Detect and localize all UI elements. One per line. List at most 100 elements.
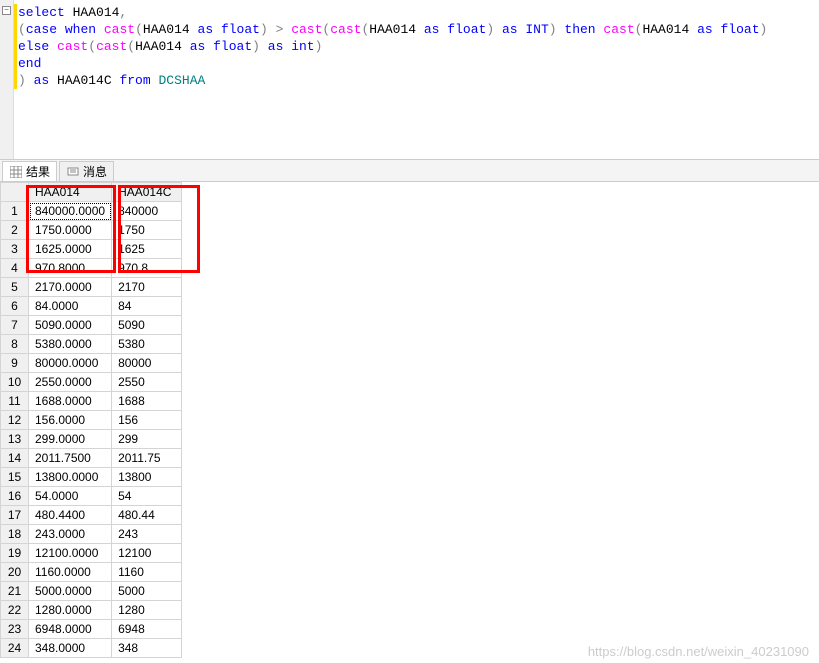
cell[interactable]: 2550.0000 <box>29 373 112 392</box>
cell[interactable]: 12100.0000 <box>29 544 112 563</box>
table-row[interactable]: 1840000.0000840000 <box>1 202 182 221</box>
cell[interactable]: 1688.0000 <box>29 392 112 411</box>
table-row[interactable]: 4970.8000970.8 <box>1 259 182 278</box>
cell[interactable]: 1280 <box>112 601 182 620</box>
cell[interactable]: 156.0000 <box>29 411 112 430</box>
cell[interactable]: 840000 <box>112 202 182 221</box>
table-row[interactable]: 1513800.000013800 <box>1 468 182 487</box>
table-row[interactable]: 1912100.000012100 <box>1 544 182 563</box>
cell[interactable]: 2011.75 <box>112 449 182 468</box>
cell[interactable]: 84 <box>112 297 182 316</box>
cell[interactable]: 5000 <box>112 582 182 601</box>
collapse-toggle-icon[interactable]: − <box>2 6 11 15</box>
table-row[interactable]: 111688.00001688 <box>1 392 182 411</box>
cell[interactable]: 480.4400 <box>29 506 112 525</box>
row-number[interactable]: 11 <box>1 392 29 411</box>
row-number[interactable]: 7 <box>1 316 29 335</box>
row-number[interactable]: 9 <box>1 354 29 373</box>
cell[interactable]: 80000.0000 <box>29 354 112 373</box>
cell[interactable]: 1625 <box>112 240 182 259</box>
table-row[interactable]: 13299.0000299 <box>1 430 182 449</box>
row-number[interactable]: 22 <box>1 601 29 620</box>
table-row[interactable]: 12156.0000156 <box>1 411 182 430</box>
cell[interactable]: 299.0000 <box>29 430 112 449</box>
cell[interactable]: 84.0000 <box>29 297 112 316</box>
results-grid-wrap[interactable]: HAA014HAA014C1840000.000084000021750.000… <box>0 182 819 662</box>
table-row[interactable]: 201160.00001160 <box>1 563 182 582</box>
cell[interactable]: 1160.0000 <box>29 563 112 582</box>
table-row[interactable]: 980000.000080000 <box>1 354 182 373</box>
code-line[interactable]: else cast(cast(HAA014 as float) as int) <box>18 38 819 55</box>
row-number[interactable]: 19 <box>1 544 29 563</box>
cell[interactable]: 80000 <box>112 354 182 373</box>
table-row[interactable]: 102550.00002550 <box>1 373 182 392</box>
row-number[interactable]: 12 <box>1 411 29 430</box>
cell[interactable]: 5090 <box>112 316 182 335</box>
code-line[interactable]: select HAA014, <box>18 4 819 21</box>
row-number[interactable]: 18 <box>1 525 29 544</box>
table-row[interactable]: 21750.00001750 <box>1 221 182 240</box>
cell[interactable]: 243.0000 <box>29 525 112 544</box>
table-row[interactable]: 236948.00006948 <box>1 620 182 639</box>
row-number[interactable]: 6 <box>1 297 29 316</box>
cell[interactable]: 54 <box>112 487 182 506</box>
cell[interactable]: 2011.7500 <box>29 449 112 468</box>
row-number[interactable]: 20 <box>1 563 29 582</box>
cell[interactable]: 1625.0000 <box>29 240 112 259</box>
table-row[interactable]: 24348.0000348 <box>1 639 182 658</box>
table-row[interactable]: 1654.000054 <box>1 487 182 506</box>
row-number[interactable]: 16 <box>1 487 29 506</box>
cell[interactable]: 13800 <box>112 468 182 487</box>
cell[interactable]: 299 <box>112 430 182 449</box>
table-row[interactable]: 18243.0000243 <box>1 525 182 544</box>
column-header[interactable]: HAA014 <box>29 183 112 202</box>
row-number[interactable]: 2 <box>1 221 29 240</box>
cell[interactable]: 2550 <box>112 373 182 392</box>
cell[interactable]: 840000.0000 <box>29 202 112 221</box>
row-number[interactable]: 23 <box>1 620 29 639</box>
code-line[interactable]: end <box>18 55 819 72</box>
row-number[interactable]: 1 <box>1 202 29 221</box>
row-number[interactable]: 5 <box>1 278 29 297</box>
row-number[interactable]: 15 <box>1 468 29 487</box>
cell[interactable]: 243 <box>112 525 182 544</box>
cell[interactable]: 5380.0000 <box>29 335 112 354</box>
cell[interactable]: 5380 <box>112 335 182 354</box>
cell[interactable]: 156 <box>112 411 182 430</box>
cell[interactable]: 13800.0000 <box>29 468 112 487</box>
cell[interactable]: 348.0000 <box>29 639 112 658</box>
row-number[interactable]: 17 <box>1 506 29 525</box>
cell[interactable]: 12100 <box>112 544 182 563</box>
table-row[interactable]: 215000.00005000 <box>1 582 182 601</box>
row-number[interactable]: 13 <box>1 430 29 449</box>
cell[interactable]: 6948 <box>112 620 182 639</box>
table-row[interactable]: 142011.75002011.75 <box>1 449 182 468</box>
cell[interactable]: 1750.0000 <box>29 221 112 240</box>
row-number[interactable]: 14 <box>1 449 29 468</box>
tab-messages[interactable]: 消息 <box>59 161 114 181</box>
cell[interactable]: 2170.0000 <box>29 278 112 297</box>
tab-results[interactable]: 结果 <box>2 161 57 181</box>
table-row[interactable]: 17480.4400480.44 <box>1 506 182 525</box>
row-header-blank[interactable] <box>1 183 29 202</box>
table-row[interactable]: 221280.00001280 <box>1 601 182 620</box>
cell[interactable]: 1750 <box>112 221 182 240</box>
cell[interactable]: 54.0000 <box>29 487 112 506</box>
code-line[interactable]: ) as HAA014C from DCSHAA <box>18 72 819 89</box>
cell[interactable]: 1280.0000 <box>29 601 112 620</box>
row-number[interactable]: 24 <box>1 639 29 658</box>
table-row[interactable]: 684.000084 <box>1 297 182 316</box>
table-row[interactable]: 31625.00001625 <box>1 240 182 259</box>
cell[interactable]: 2170 <box>112 278 182 297</box>
cell[interactable]: 1688 <box>112 392 182 411</box>
sql-editor-pane[interactable]: − select HAA014,(case when cast(HAA014 a… <box>0 0 819 160</box>
row-number[interactable]: 4 <box>1 259 29 278</box>
results-grid[interactable]: HAA014HAA014C1840000.000084000021750.000… <box>0 182 182 658</box>
cell[interactable]: 348 <box>112 639 182 658</box>
table-row[interactable]: 85380.00005380 <box>1 335 182 354</box>
cell[interactable]: 480.44 <box>112 506 182 525</box>
cell[interactable]: 6948.0000 <box>29 620 112 639</box>
row-number[interactable]: 21 <box>1 582 29 601</box>
cell[interactable]: 970.8 <box>112 259 182 278</box>
cell[interactable]: 5090.0000 <box>29 316 112 335</box>
